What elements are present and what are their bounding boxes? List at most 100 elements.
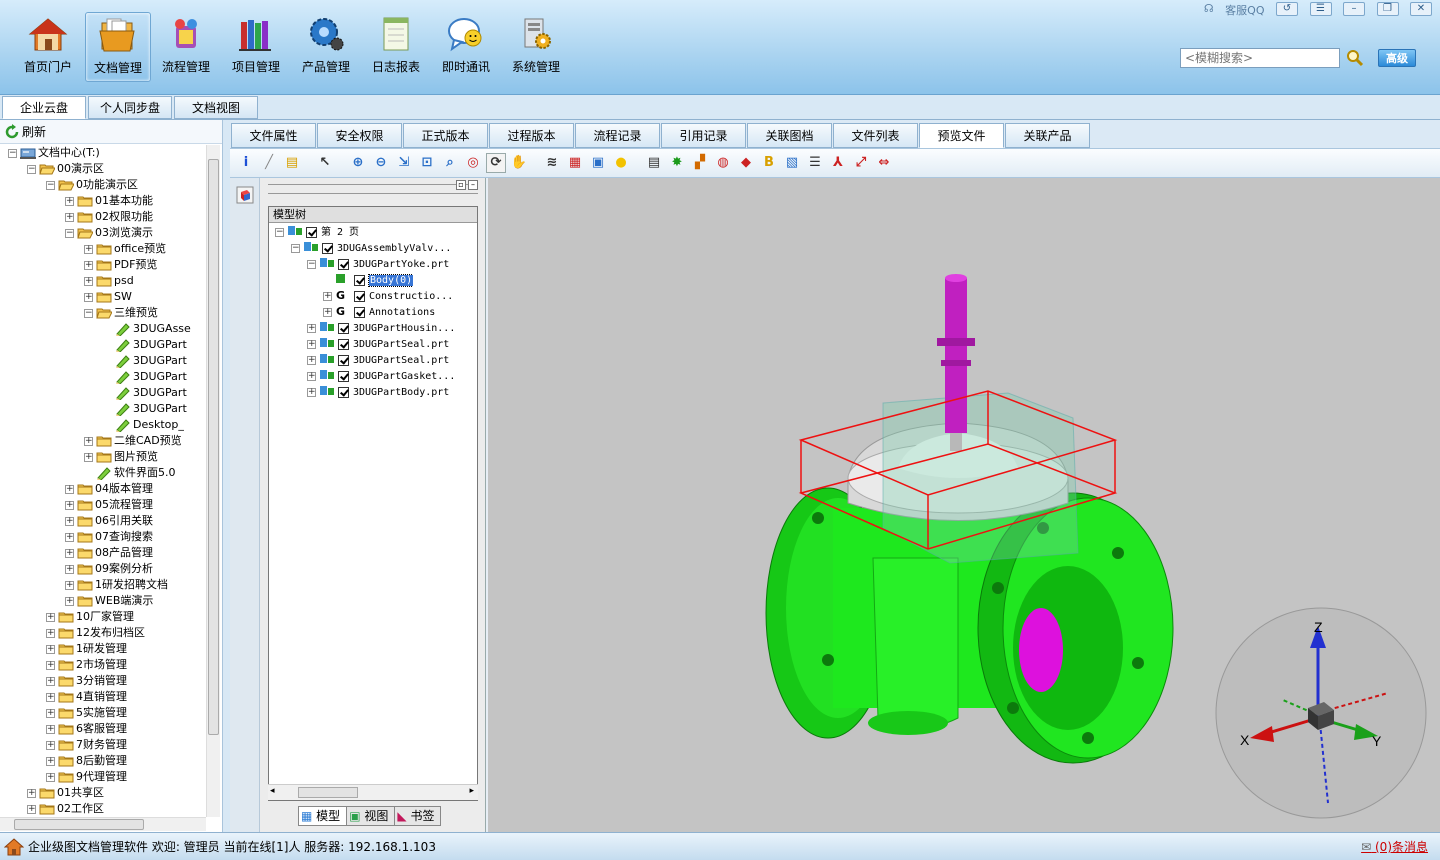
tree-node[interactable]: − 0功能演示区 (46, 177, 138, 193)
expand-toggle[interactable]: + (46, 724, 55, 734)
tree-node[interactable]: +06引用关联 (65, 513, 153, 529)
measure-tool-button[interactable]: ▤ (644, 153, 664, 173)
expand-toggle[interactable]: + (65, 548, 74, 558)
expand-toggle[interactable]: + (307, 387, 316, 397)
pane-restore-button[interactable]: ▫ (456, 180, 466, 190)
bom-tool-button[interactable]: B (759, 153, 779, 173)
tab-doc-0[interactable]: 文件属性 (231, 123, 316, 148)
close-button[interactable]: ✕ (1410, 2, 1432, 16)
explode-tool-button[interactable]: ✸ (667, 153, 687, 173)
tree-node[interactable]: +07查询搜索 (65, 529, 153, 545)
orbit-tool-button[interactable]: ◍ (713, 153, 733, 173)
tree-node[interactable]: +09案例分析 (65, 561, 153, 577)
tab-doc-7[interactable]: 文件列表 (833, 123, 918, 148)
tree-node[interactable]: +10厂家管理 (46, 609, 134, 625)
visibility-checkbox[interactable] (354, 306, 365, 318)
model-tree-node[interactable]: Body(0) (323, 272, 414, 288)
minimize-button[interactable]: – (1343, 2, 1365, 16)
visibility-checkbox[interactable] (354, 290, 365, 302)
expand-toggle[interactable]: + (27, 804, 36, 814)
tree-node[interactable]: + SW (84, 289, 132, 305)
layers-tool-button[interactable]: ≋ (542, 153, 562, 173)
fit-tool-button[interactable]: ⇲ (394, 153, 414, 173)
cube-view-icon[interactable] (236, 186, 254, 204)
expand-toggle[interactable]: + (46, 612, 55, 622)
visibility-checkbox[interactable] (338, 386, 349, 398)
tab-personal-sync[interactable]: 个人同步盘 (88, 96, 172, 119)
tree-node[interactable]: + office预览 (84, 241, 166, 257)
expand-toggle[interactable]: + (65, 500, 74, 510)
valve-model-render[interactable]: Z X Y (488, 178, 1440, 832)
nav-product-button[interactable]: 产品管理 (293, 12, 359, 82)
expand-toggle[interactable]: + (46, 708, 55, 718)
tree-node[interactable]: +04版本管理 (65, 481, 153, 497)
expand-toggle[interactable]: + (307, 371, 316, 381)
tree-node[interactable]: +8后勤管理 (46, 753, 127, 769)
customer-service-link[interactable]: ☊ 客服QQ (1196, 2, 1265, 18)
tree-node[interactable]: +05流程管理 (65, 497, 153, 513)
tree-node[interactable]: + PDF预览 (84, 257, 157, 273)
tree-node[interactable]: +5实施管理 (46, 705, 127, 721)
nav-documents-button[interactable]: 文档管理 (85, 12, 151, 82)
tree-node[interactable]: +02工作区 (27, 801, 104, 817)
expand-toggle[interactable]: + (46, 692, 55, 702)
section-tool-button[interactable]: ▣ (588, 153, 608, 173)
expand-toggle[interactable]: + (323, 291, 332, 301)
tree-node[interactable]: +3分销管理 (46, 673, 127, 689)
tree-node[interactable]: − 文档中心(T:) (8, 145, 100, 161)
tree-node[interactable]: − 03浏览演示 (65, 225, 153, 241)
tree-node[interactable]: +01基本功能 (65, 193, 153, 209)
list-tool-button[interactable]: ☰ (805, 153, 825, 173)
tab-doc-2[interactable]: 正式版本 (403, 123, 488, 148)
model-tree-node[interactable]: +3DUGPartSeal.prt (307, 352, 449, 368)
expand-toggle[interactable]: + (65, 580, 74, 590)
expand-toggle[interactable]: + (46, 644, 55, 654)
visibility-checkbox[interactable] (354, 274, 365, 286)
tree-node[interactable]: +4直销管理 (46, 689, 127, 705)
visibility-checkbox[interactable] (338, 370, 349, 382)
expand-toggle[interactable]: + (84, 244, 93, 254)
tree-node[interactable]: 3DUGPart (103, 337, 187, 353)
maximize-button[interactable]: ❐ (1376, 2, 1399, 16)
tree-node[interactable]: − 三维预览 (84, 305, 158, 321)
tree-node[interactable]: + psd (84, 273, 134, 289)
expand-toggle[interactable]: + (46, 628, 55, 638)
tree-node[interactable]: +7财务管理 (46, 737, 127, 753)
zoom-window-tool-button[interactable]: ⊡ (417, 153, 437, 173)
expand-toggle[interactable]: + (46, 756, 55, 766)
zoom-out-tool-button[interactable]: ⊖ (371, 153, 391, 173)
print-tool-button[interactable]: ▧ (782, 153, 802, 173)
visibility-checkbox[interactable] (338, 322, 349, 334)
tree-node[interactable]: +12发布归档区 (46, 625, 145, 641)
expand-toggle[interactable]: + (307, 339, 316, 349)
scrollbar-thumb[interactable] (14, 819, 144, 830)
tab-document-view[interactable]: 文档视图 (174, 96, 258, 119)
collapse-toggle[interactable]: − (291, 243, 300, 253)
pane-minimize-button[interactable]: – (468, 180, 478, 190)
expand-toggle[interactable]: + (65, 532, 74, 542)
visibility-checkbox[interactable] (338, 258, 349, 270)
expand-toggle[interactable]: + (46, 740, 55, 750)
collapse-toggle[interactable]: − (27, 164, 36, 174)
expand-toggle[interactable]: + (84, 292, 93, 302)
center-tool-button[interactable]: ◎ (463, 153, 483, 173)
zoom-area-tool-button[interactable]: ⌕ (440, 153, 460, 173)
expand-toggle[interactable]: + (46, 676, 55, 686)
search-icon[interactable] (1346, 49, 1364, 67)
nav-system-button[interactable]: 系统管理 (503, 12, 569, 82)
pmi-tool-button[interactable]: ▦ (565, 153, 585, 173)
assembly-tool-button[interactable]: ▞ (690, 153, 710, 173)
expand-toggle[interactable]: + (65, 484, 74, 494)
collapse-toggle[interactable]: − (8, 148, 17, 158)
expand-toggle[interactable]: + (323, 307, 332, 317)
menu-button[interactable]: ☰ (1309, 2, 1332, 16)
light-tool-button[interactable]: ● (611, 153, 631, 173)
render-tool-button[interactable]: ◆ (736, 153, 756, 173)
expand-toggle[interactable]: + (65, 516, 74, 526)
tree-node[interactable]: +1研发管理 (46, 641, 127, 657)
expand-toggle[interactable]: + (65, 564, 74, 574)
expand-toggle[interactable]: + (84, 452, 93, 462)
nav-home-button[interactable]: 首页门户 (15, 12, 81, 82)
tree-node[interactable]: +2市场管理 (46, 657, 127, 673)
pencil-tool-button[interactable]: ╱ (259, 153, 279, 173)
